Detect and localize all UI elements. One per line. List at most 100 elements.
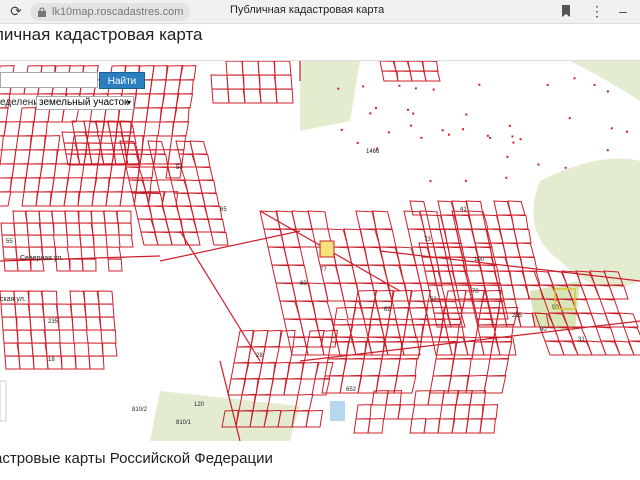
- small-parcel-mark: [420, 136, 423, 139]
- small-parcel-mark: [369, 112, 372, 115]
- small-parcel-mark: [448, 133, 451, 136]
- parcel: [41, 149, 58, 165]
- parcel: [31, 121, 48, 137]
- parcel: [516, 242, 535, 258]
- small-parcel-mark: [512, 141, 515, 144]
- map-label: 18: [48, 357, 55, 363]
- parcel: [207, 218, 226, 233]
- parcel: [85, 316, 102, 331]
- small-parcel-mark: [506, 155, 509, 158]
- parcel: [182, 231, 201, 246]
- parcel: [439, 404, 457, 420]
- parcel: [307, 210, 329, 230]
- parcel: [69, 290, 86, 305]
- map-label: 70: [472, 289, 479, 295]
- parcel: [84, 303, 101, 318]
- parcel: [25, 210, 41, 224]
- parcel: [367, 418, 385, 434]
- parcel: [471, 340, 494, 360]
- small-parcel-mark: [462, 128, 465, 131]
- parcel: [381, 70, 399, 82]
- small-parcel-mark: [374, 107, 377, 110]
- parcel: [198, 179, 217, 194]
- parcel: [255, 377, 275, 396]
- selected-parcel: [319, 240, 335, 258]
- bookmark-icon[interactable]: [560, 4, 572, 18]
- parcel: [118, 234, 134, 248]
- parcel: [360, 357, 383, 377]
- small-parcel-mark: [441, 129, 444, 132]
- parcel: [30, 329, 47, 344]
- map-canvas[interactable]: 1466 225 810/2 810/1 Северная ул. ская ул. 235…: [0, 61, 640, 441]
- small-parcel-mark: [414, 87, 417, 90]
- parcel: [419, 210, 441, 230]
- parcel: [3, 342, 20, 357]
- minimize-icon[interactable]: –: [616, 3, 630, 19]
- parcel: [225, 61, 244, 76]
- search-button[interactable]: Найти: [99, 72, 145, 89]
- map-label: 55: [6, 239, 13, 245]
- parcel: [28, 303, 45, 318]
- parcel: [15, 316, 32, 331]
- parcel: [274, 74, 293, 90]
- small-parcel-mark: [432, 88, 435, 91]
- parcel: [495, 336, 517, 356]
- parcel: [27, 234, 43, 248]
- search-input[interactable]: [0, 72, 98, 88]
- cadastral-map[interactable]: 1466 225 810/2 810/1 Северная ул. ская ул. 235…: [0, 60, 640, 441]
- parcel: [507, 200, 526, 216]
- parcel: [623, 326, 640, 342]
- parcel: [87, 342, 104, 357]
- parcel: [273, 61, 292, 76]
- parcel: [77, 210, 93, 224]
- parcel: [275, 88, 294, 104]
- menu-icon[interactable]: ⋮: [590, 3, 604, 19]
- small-parcel-mark: [412, 112, 415, 115]
- parcel: [595, 326, 616, 342]
- parcel: [269, 377, 287, 396]
- map-label: 652: [346, 387, 357, 393]
- filter-select[interactable]: земельный участок ▾: [36, 96, 134, 110]
- green-area: [570, 61, 640, 101]
- parcel: [242, 74, 261, 90]
- parcel: [59, 342, 76, 357]
- parcel: [53, 163, 72, 179]
- small-parcel-mark: [340, 128, 343, 131]
- parcel: [29, 316, 46, 331]
- map-label: 62: [384, 307, 391, 313]
- parcel: [396, 357, 418, 377]
- address-bar[interactable]: lk10map.roscadastres.com: [30, 3, 190, 21]
- footer-heading: астровые карты Российской Федерации: [0, 450, 273, 467]
- parcel: [9, 177, 27, 193]
- parcel: [0, 135, 4, 151]
- map-label: 77: [320, 267, 327, 273]
- parcel: [272, 361, 290, 380]
- small-parcel-mark: [356, 141, 359, 144]
- map-label: ская ул.: [0, 296, 26, 303]
- parcel: [37, 177, 55, 193]
- parcel: [103, 210, 119, 224]
- zoom-control: [0, 380, 7, 422]
- parcel: [483, 374, 507, 394]
- small-parcel-mark: [337, 87, 340, 90]
- parcel: [409, 70, 427, 82]
- parcel: [375, 228, 397, 248]
- tab-title: Публичная кадастровая карта: [230, 4, 385, 16]
- reload-icon[interactable]: ⟳: [8, 3, 24, 19]
- parcel: [21, 191, 39, 207]
- small-parcel-mark: [429, 180, 432, 183]
- parcel: [211, 88, 230, 104]
- small-parcel-mark: [573, 77, 576, 80]
- parcel: [78, 222, 94, 236]
- parcel: [243, 88, 262, 104]
- parcel: [171, 121, 190, 137]
- parcel: [65, 222, 81, 236]
- parcel: [157, 121, 175, 137]
- parcel: [97, 290, 114, 305]
- parcel: [357, 374, 380, 394]
- parcel: [51, 210, 67, 224]
- small-parcel-mark: [489, 136, 492, 139]
- map-label: 810/1: [176, 420, 192, 426]
- parcel: [23, 177, 41, 193]
- small-parcel-mark: [625, 130, 628, 133]
